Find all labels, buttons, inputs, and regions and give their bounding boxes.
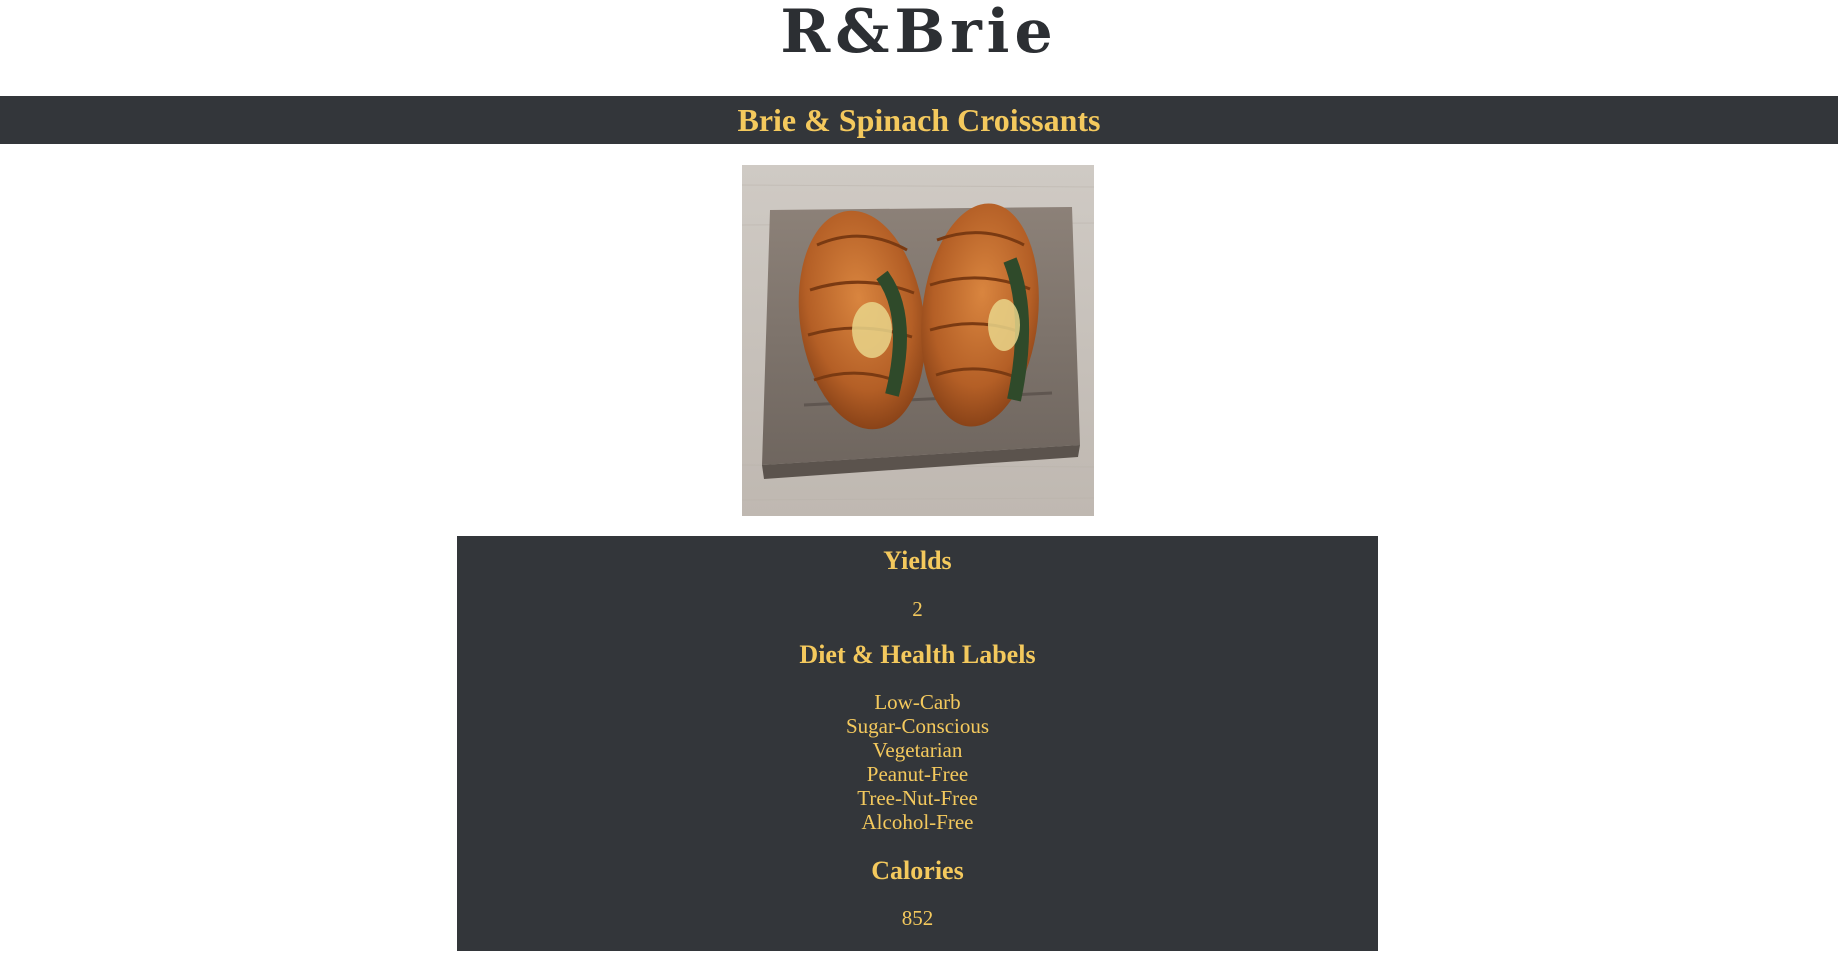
yields-value: 2 bbox=[912, 597, 923, 621]
recipe-title: Brie & Spinach Croissants bbox=[737, 102, 1101, 138]
label-item: Tree-Nut-Free bbox=[857, 786, 978, 810]
label-item: Vegetarian bbox=[872, 738, 963, 762]
recipe-info-panel: Yields 2 Diet & Health Labels Low-Carb S… bbox=[457, 536, 1378, 951]
label-item: Alcohol-Free bbox=[861, 810, 974, 834]
recipe-image bbox=[742, 165, 1094, 516]
label-item: Peanut-Free bbox=[866, 762, 969, 786]
brand-logo[interactable]: R&Brie bbox=[0, 2, 1838, 62]
diet-health-labels-list: Low-Carb Sugar-Conscious Vegetarian Pean… bbox=[457, 690, 1378, 834]
diet-health-labels-heading: Diet & Health Labels bbox=[799, 640, 1036, 669]
croissant-photo-illustration bbox=[742, 184, 1094, 501]
recipe-title-bar: Brie & Spinach Croissants bbox=[0, 96, 1838, 144]
label-item: Low-Carb bbox=[874, 690, 961, 714]
site-header: R&Brie bbox=[0, 0, 1838, 96]
calories-heading: Calories bbox=[871, 856, 964, 885]
yields-heading: Yields bbox=[883, 546, 952, 575]
calories-value: 852 bbox=[901, 906, 934, 930]
label-item: Sugar-Conscious bbox=[845, 714, 990, 738]
